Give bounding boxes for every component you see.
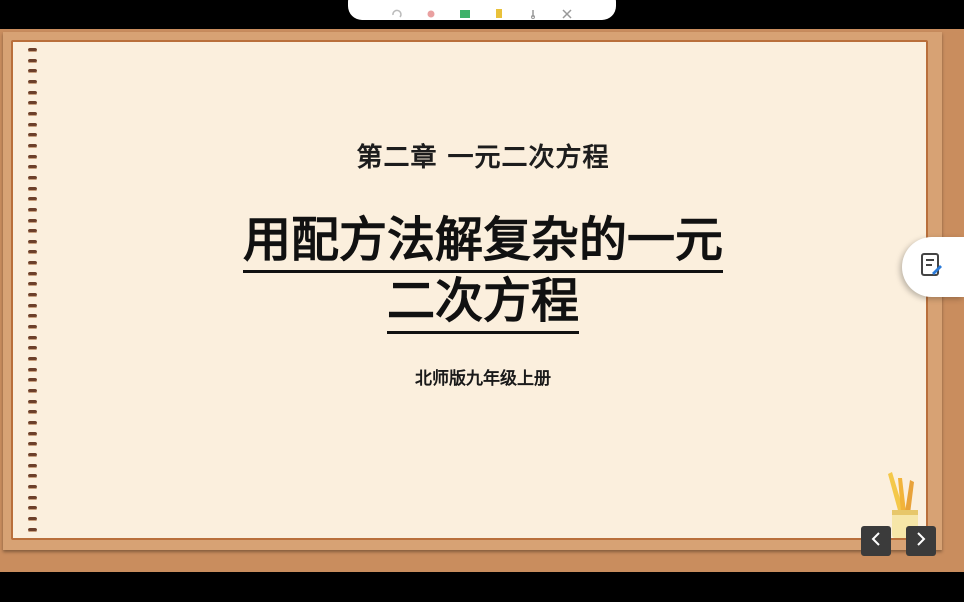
slide-title-line-1: 用配方法解复杂的一元 <box>242 212 723 273</box>
binding-ring <box>27 186 37 191</box>
binding-ring <box>27 527 37 532</box>
undo-icon[interactable] <box>391 4 403 18</box>
binding-ring <box>27 48 37 52</box>
binding-ring <box>27 442 37 447</box>
binding-ring <box>27 484 37 489</box>
binding-ring <box>27 420 37 425</box>
binding-ring <box>27 452 37 457</box>
lasso-icon[interactable] <box>527 4 539 19</box>
binding-ring <box>27 335 37 340</box>
binding-ring <box>27 79 37 84</box>
chevron-left-icon <box>870 531 882 551</box>
binding-ring <box>27 410 37 415</box>
slide-board: 第二章 一元二次方程 用配方法解复杂的一元 二次方程 北师版九年级上册 <box>3 32 942 550</box>
top-toolbar <box>348 0 616 20</box>
binding-ring <box>27 133 37 138</box>
binding-ring <box>27 325 37 330</box>
binding-ring <box>27 474 37 479</box>
binding-ring <box>27 367 37 372</box>
binding-ring <box>27 197 37 202</box>
binding-ring <box>27 314 37 319</box>
notebook-binding <box>21 48 43 532</box>
record-icon[interactable] <box>425 4 437 18</box>
binding-ring <box>27 346 37 351</box>
close-icon[interactable] <box>561 4 573 19</box>
binding-ring <box>27 69 37 74</box>
binding-ring <box>27 389 37 393</box>
binding-ring <box>27 90 37 95</box>
binding-ring <box>27 516 37 521</box>
binding-ring <box>27 207 37 212</box>
binding-ring <box>27 165 37 170</box>
binding-ring <box>27 239 37 244</box>
textbook-edition: 北师版九年级上册 <box>415 369 551 389</box>
binding-ring <box>27 378 37 383</box>
chevron-right-icon <box>915 531 927 551</box>
whiteboard-icon[interactable] <box>459 4 471 18</box>
binding-ring <box>27 229 37 234</box>
binding-ring <box>27 399 37 404</box>
notebook-paper: 第二章 一元二次方程 用配方法解复杂的一元 二次方程 北师版九年级上册 <box>11 40 928 540</box>
binding-ring <box>27 431 37 436</box>
binding-ring <box>27 154 37 159</box>
binding-ring <box>27 175 37 180</box>
binding-ring <box>27 282 37 287</box>
note-edit-icon <box>920 252 944 282</box>
binding-ring <box>27 271 37 276</box>
note-button[interactable] <box>902 237 964 297</box>
binding-ring <box>27 506 37 511</box>
binding-ring <box>27 143 37 148</box>
chapter-heading: 第二章 一元二次方程 <box>356 143 610 173</box>
binding-ring <box>27 463 37 468</box>
binding-ring <box>27 218 37 223</box>
binding-ring <box>27 250 37 255</box>
binding-ring <box>27 303 37 308</box>
slide-title-line-2: 二次方程 <box>386 273 579 334</box>
binding-ring <box>27 261 37 266</box>
binding-ring <box>27 101 37 106</box>
highlighter-icon[interactable] <box>493 4 505 18</box>
slide-title: 用配方法解复杂的一元 二次方程 <box>193 212 773 334</box>
slide-frame: 第二章 一元二次方程 用配方法解复杂的一元 二次方程 北师版九年级上册 <box>0 29 964 572</box>
next-slide-button[interactable] <box>906 526 936 556</box>
binding-ring <box>27 495 37 500</box>
binding-ring <box>27 293 37 298</box>
binding-ring <box>27 58 37 63</box>
binding-ring <box>27 122 37 127</box>
binding-ring <box>27 111 37 116</box>
binding-ring <box>27 357 37 362</box>
title-block: 第二章 一元二次方程 用配方法解复杂的一元 二次方程 北师版九年级上册 <box>193 137 773 389</box>
previous-slide-button[interactable] <box>861 526 891 556</box>
